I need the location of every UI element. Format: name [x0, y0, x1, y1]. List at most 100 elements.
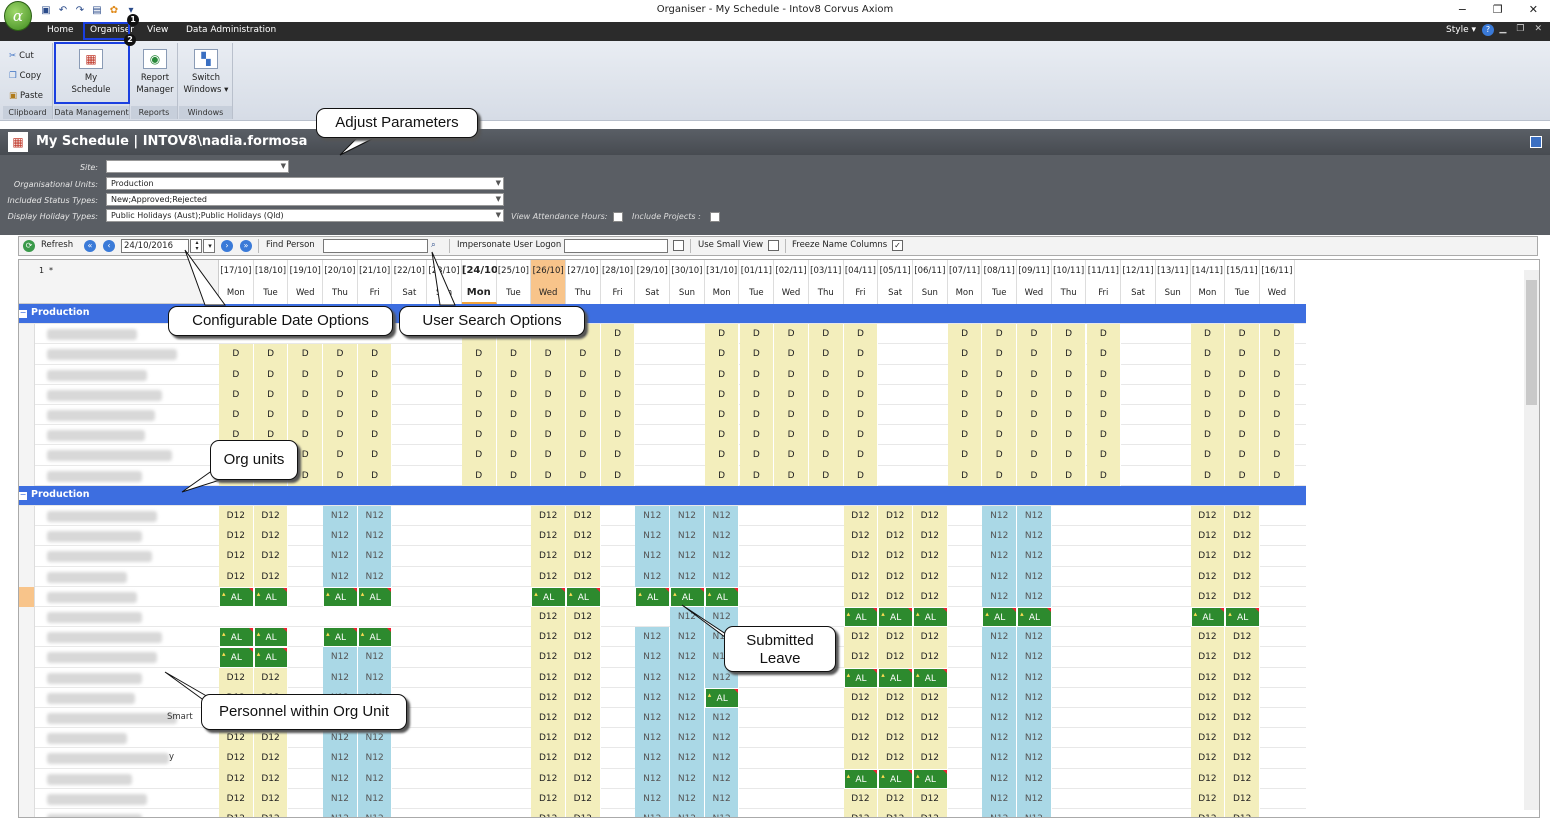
shift-cell[interactable]: D — [739, 364, 775, 385]
cut-button[interactable]: ✂ Cut — [9, 51, 34, 61]
leave-cell[interactable]: AL — [913, 665, 948, 688]
shift-cell[interactable]: D — [600, 405, 636, 426]
row-marker[interactable] — [19, 526, 35, 547]
shift-cell[interactable]: N12 — [670, 788, 705, 809]
shift-cell[interactable]: D — [253, 364, 289, 385]
shift-cell[interactable]: D — [704, 425, 740, 446]
shift-cell[interactable]: D — [496, 425, 532, 446]
last-period-icon[interactable]: » — [240, 240, 252, 252]
shift-cell[interactable]: D12 — [566, 506, 601, 527]
shift-cell[interactable]: N12 — [1017, 788, 1052, 809]
shift-cell[interactable]: D — [1190, 405, 1226, 426]
shift-cell[interactable]: D — [219, 405, 254, 426]
shift-cell[interactable]: D — [1225, 364, 1260, 385]
find-person-input[interactable] — [323, 239, 428, 253]
leave-cell[interactable]: AL — [566, 584, 601, 607]
date-header-cell[interactable]: [02/11] — [774, 260, 809, 282]
date-spinner[interactable]: ▴ ▾ — [190, 239, 202, 253]
mdi-restore-icon[interactable]: ❐ — [1516, 24, 1524, 34]
first-period-icon[interactable]: « — [84, 240, 96, 252]
shift-cell[interactable]: D — [947, 344, 983, 365]
shift-cell[interactable]: D12 — [913, 708, 948, 729]
shift-cell[interactable]: N12 — [323, 546, 358, 567]
date-header-cell[interactable]: [29/10] — [635, 260, 671, 282]
shift-cell[interactable]: D — [808, 425, 844, 446]
shift-cell[interactable]: D12 — [566, 809, 601, 817]
shift-cell[interactable]: D — [1190, 445, 1226, 466]
shift-cell[interactable]: D — [739, 425, 775, 446]
shift-cell[interactable]: N12 — [670, 687, 705, 708]
shift-cell[interactable]: N12 — [982, 667, 1018, 688]
shift-cell[interactable]: D — [461, 344, 497, 365]
shift-cell[interactable]: D12 — [531, 728, 566, 749]
shift-cell[interactable]: D — [774, 384, 809, 405]
shift-cell[interactable]: D12 — [843, 566, 879, 587]
shift-cell[interactable]: D — [774, 364, 809, 385]
shift-cell[interactable]: N12 — [670, 768, 705, 789]
shift-cell[interactable]: D — [1017, 344, 1052, 365]
shift-cell[interactable]: D — [947, 465, 983, 486]
shift-cell[interactable]: D — [1051, 465, 1087, 486]
shift-cell[interactable]: D12 — [531, 809, 566, 817]
shift-cell[interactable]: N12 — [670, 526, 705, 547]
shift-cell[interactable]: N12 — [357, 809, 393, 817]
shift-cell[interactable]: N12 — [982, 566, 1018, 587]
shift-cell[interactable]: D12 — [219, 768, 254, 789]
shift-cell[interactable]: D — [1017, 405, 1052, 426]
shift-cell[interactable]: N12 — [982, 748, 1018, 769]
shift-cell[interactable]: D — [982, 405, 1018, 426]
shift-cell[interactable]: D — [600, 324, 636, 345]
shift-cell[interactable]: N12 — [670, 546, 705, 567]
shift-cell[interactable]: D12 — [1225, 809, 1260, 817]
row-marker[interactable] — [19, 708, 35, 729]
shift-cell[interactable]: D12 — [913, 809, 948, 817]
shift-cell[interactable]: N12 — [1017, 809, 1052, 817]
shift-cell[interactable]: N12 — [357, 788, 393, 809]
holiday-types-select[interactable]: Public Holidays (Aust);Public Holidays (… — [106, 209, 504, 222]
shift-cell[interactable]: D — [843, 425, 879, 446]
shift-cell[interactable]: D — [357, 465, 393, 486]
shift-cell[interactable]: D — [531, 344, 566, 365]
date-header-cell[interactable]: [05/11] — [878, 260, 913, 282]
row-marker[interactable] — [19, 324, 35, 345]
shift-cell[interactable]: N12 — [323, 667, 358, 688]
row-marker[interactable] — [19, 586, 35, 607]
date-input[interactable]: 24/10/2016 — [121, 239, 189, 253]
org-units-select[interactable]: Production ▼ — [106, 177, 504, 190]
row-marker[interactable] — [19, 364, 35, 385]
shift-cell[interactable]: N12 — [704, 748, 740, 769]
shift-cell[interactable]: N12 — [323, 768, 358, 789]
tab-view[interactable]: View — [147, 25, 168, 35]
shift-cell[interactable]: D — [982, 384, 1018, 405]
shift-cell[interactable]: D — [253, 405, 289, 426]
leave-cell[interactable]: AL — [704, 584, 740, 607]
date-header-cell[interactable]: [08/11] — [982, 260, 1018, 282]
shift-cell[interactable]: D — [1086, 324, 1122, 345]
shift-cell[interactable]: D — [288, 384, 324, 405]
shift-cell[interactable]: N12 — [1017, 667, 1052, 688]
report-manager-button[interactable]: ◉ Report Manager — [131, 45, 179, 101]
shift-cell[interactable]: D — [323, 344, 358, 365]
shift-cell[interactable]: N12 — [357, 768, 393, 789]
row-marker[interactable] — [19, 627, 35, 648]
shift-cell[interactable]: D — [1051, 344, 1087, 365]
shift-cell[interactable]: D — [843, 344, 879, 365]
date-header-cell[interactable]: [14/11] — [1190, 260, 1226, 282]
leave-cell[interactable]: AL — [878, 766, 913, 789]
shift-cell[interactable]: D12 — [531, 647, 566, 668]
shift-cell[interactable]: D — [1086, 384, 1122, 405]
help-icon[interactable]: ? — [1482, 24, 1494, 36]
shift-cell[interactable]: D12 — [566, 768, 601, 789]
shift-cell[interactable]: D12 — [1225, 627, 1260, 648]
shift-cell[interactable]: D12 — [219, 667, 254, 688]
shift-cell[interactable]: N12 — [635, 526, 671, 547]
shift-cell[interactable]: N12 — [670, 506, 705, 527]
close-icon[interactable]: ✕ — [1529, 3, 1538, 16]
shift-cell[interactable]: D12 — [531, 506, 566, 527]
collapse-panel-icon[interactable] — [1530, 136, 1542, 148]
row-marker[interactable] — [19, 425, 35, 446]
shift-cell[interactable]: N12 — [635, 788, 671, 809]
shift-cell[interactable]: D — [808, 445, 844, 466]
row-marker[interactable] — [19, 384, 35, 405]
shift-cell[interactable]: N12 — [670, 708, 705, 729]
